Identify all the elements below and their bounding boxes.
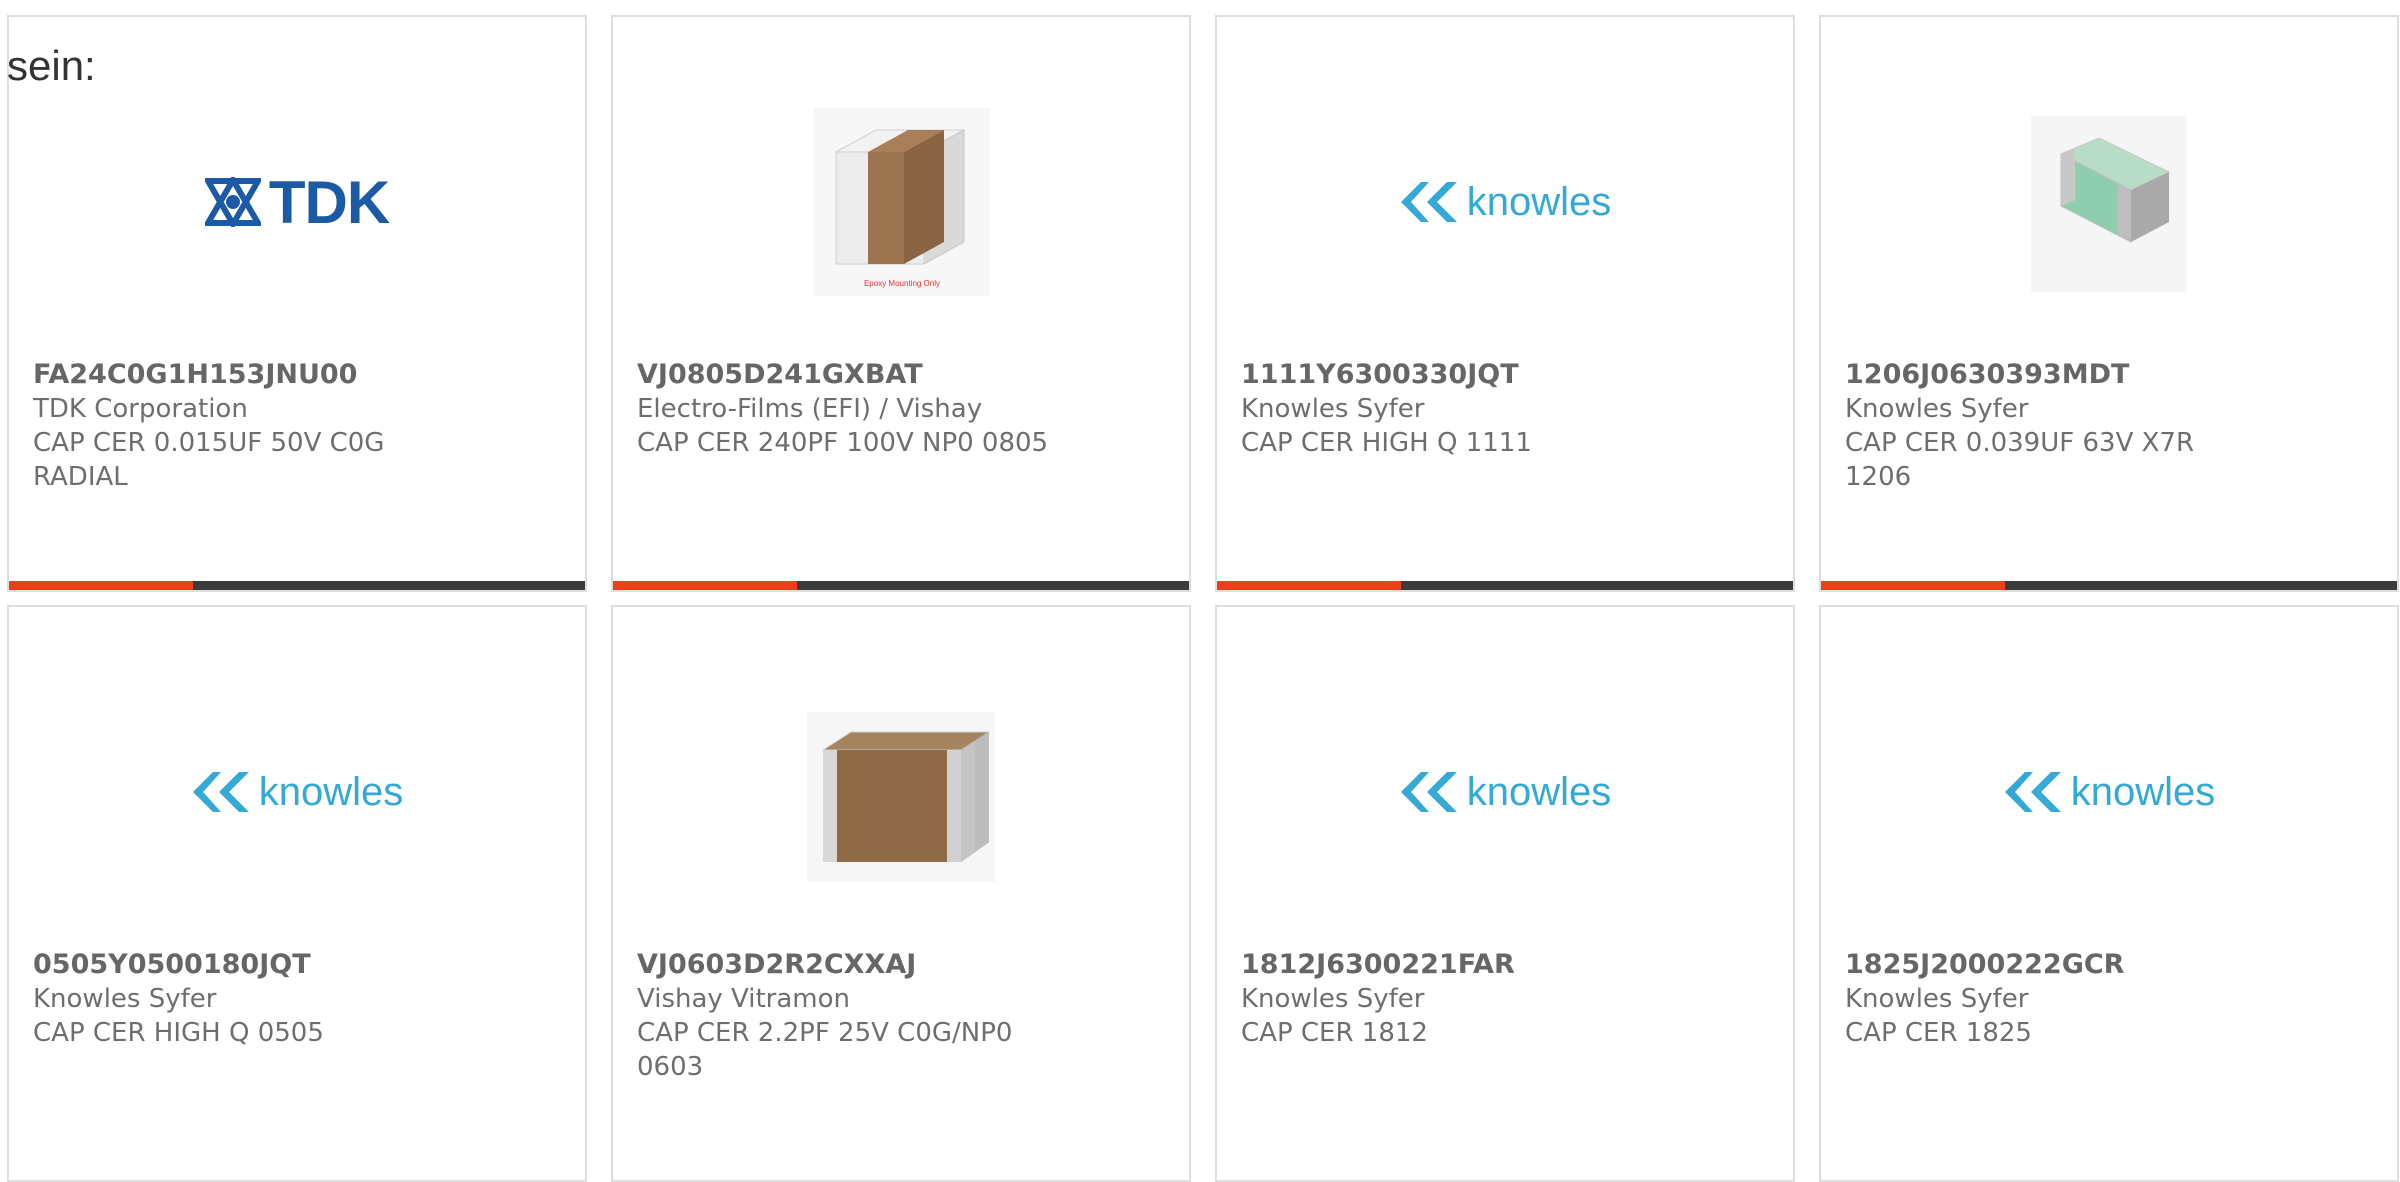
knowles-logo-text: knowles <box>1466 769 1612 814</box>
product-card[interactable]: knowles 1825J2000222GCR Knowles Syfer CA… <box>1819 605 2399 1182</box>
manufacturer-name: Electro-Films (EFI) / Vishay <box>637 394 983 424</box>
knowles-logo: knowles <box>1399 769 1612 815</box>
card-bottom-bar <box>9 581 585 590</box>
card-bottom-bar <box>1217 581 1793 590</box>
tdk-logo: TDK <box>204 168 390 237</box>
manufacturer-name: Knowles Syfer <box>33 984 217 1014</box>
part-number-link[interactable]: VJ0603D2R2CXXAJ <box>637 947 1169 982</box>
part-number-link[interactable]: 1812J6300221FAR <box>1241 947 1773 982</box>
card-accent-bar <box>1217 581 1401 590</box>
manufacturer-name: TDK Corporation <box>33 394 248 424</box>
manufacturer-name: Knowles Syfer <box>1845 394 2029 424</box>
capacitor-brown-image <box>807 712 995 882</box>
product-card[interactable]: TDK FA24C0G1H153JNU00 TDK Corporation CA… <box>7 15 587 592</box>
product-grid: TDK FA24C0G1H153JNU00 TDK Corporation CA… <box>7 15 2399 1182</box>
product-card[interactable]: 1206J0630393MDT Knowles Syfer CAP CER 0.… <box>1819 15 2399 592</box>
product-description: CAP CER 2.2PF 25V C0G/NP0 0603 <box>637 1018 1013 1082</box>
manufacturer-name: Vishay Vitramon <box>637 984 851 1014</box>
product-image[interactable]: knowles <box>9 667 585 917</box>
product-description: CAP CER HIGH Q 0505 <box>33 1018 324 1048</box>
product-description: CAP CER 240PF 100V NP0 0805 <box>637 428 1049 458</box>
product-card[interactable]: Epoxy Mounting Only VJ0805D241GXBAT Elec… <box>611 15 1191 592</box>
manufacturer-name: Knowles Syfer <box>1241 394 1425 424</box>
product-description: CAP CER HIGH Q 1111 <box>1241 428 1532 458</box>
product-image[interactable]: knowles <box>1217 77 1793 327</box>
product-description: CAP CER 0.039UF 63V X7R 1206 <box>1845 428 2195 492</box>
knowles-logo-text: knowles <box>2070 769 2216 814</box>
knowles-chevron-icon <box>1400 772 1457 812</box>
knowles-logo-text: knowles <box>258 769 404 814</box>
card-accent-bar <box>1821 581 2005 590</box>
product-card[interactable]: knowles 1111Y6300330JQT Knowles Syfer CA… <box>1215 15 1795 592</box>
knowles-logo: knowles <box>191 769 404 815</box>
product-image[interactable]: knowles <box>1821 667 2397 917</box>
manufacturer-name: Knowles Syfer <box>1845 984 2029 1014</box>
part-number-link[interactable]: FA24C0G1H153JNU00 <box>33 357 565 392</box>
product-description: CAP CER 1812 <box>1241 1018 1428 1048</box>
manufacturer-name: Knowles Syfer <box>1241 984 1425 1014</box>
knowles-logo-text: knowles <box>1466 179 1612 224</box>
card-accent-bar <box>613 581 797 590</box>
product-image[interactable] <box>1821 77 2397 327</box>
product-description: CAP CER 0.015UF 50V C0G RADIAL <box>33 428 385 492</box>
part-number-link[interactable]: VJ0805D241GXBAT <box>637 357 1169 392</box>
product-image[interactable]: TDK <box>9 77 585 327</box>
knowles-logo: knowles <box>1399 179 1612 225</box>
product-card[interactable]: knowles 1812J6300221FAR Knowles Syfer CA… <box>1215 605 1795 1182</box>
knowles-chevron-icon <box>1400 182 1457 222</box>
product-image[interactable]: knowles <box>1217 667 1793 917</box>
knowles-chevron-icon <box>2004 772 2061 812</box>
intro-text: sein: <box>7 42 96 89</box>
product-description: CAP CER 1825 <box>1845 1018 2032 1048</box>
part-number-link[interactable]: 0505Y0500180JQT <box>33 947 565 982</box>
part-number-link[interactable]: 1825J2000222GCR <box>1845 947 2377 982</box>
tdk-emblem-icon <box>204 177 261 227</box>
capacitor-green-image <box>2031 116 2187 292</box>
product-image[interactable]: Epoxy Mounting Only <box>613 77 1189 327</box>
product-card[interactable]: knowles 0505Y0500180JQT Knowles Syfer CA… <box>7 605 587 1182</box>
card-bottom-bar <box>1821 581 2397 590</box>
product-image[interactable] <box>613 667 1189 917</box>
knowles-logo: knowles <box>2003 769 2216 815</box>
part-number-link[interactable]: 1206J0630393MDT <box>1845 357 2377 392</box>
tdk-logo-text: TDK <box>268 168 390 236</box>
product-card[interactable]: VJ0603D2R2CXXAJ Vishay Vitramon CAP CER … <box>611 605 1191 1182</box>
image-caption: Epoxy Mounting Only <box>864 279 940 288</box>
capacitor-epoxy-image: Epoxy Mounting Only <box>814 108 990 296</box>
card-bottom-bar <box>613 581 1189 590</box>
part-number-link[interactable]: 1111Y6300330JQT <box>1241 357 1773 392</box>
card-accent-bar <box>9 581 193 590</box>
knowles-chevron-icon <box>192 772 249 812</box>
